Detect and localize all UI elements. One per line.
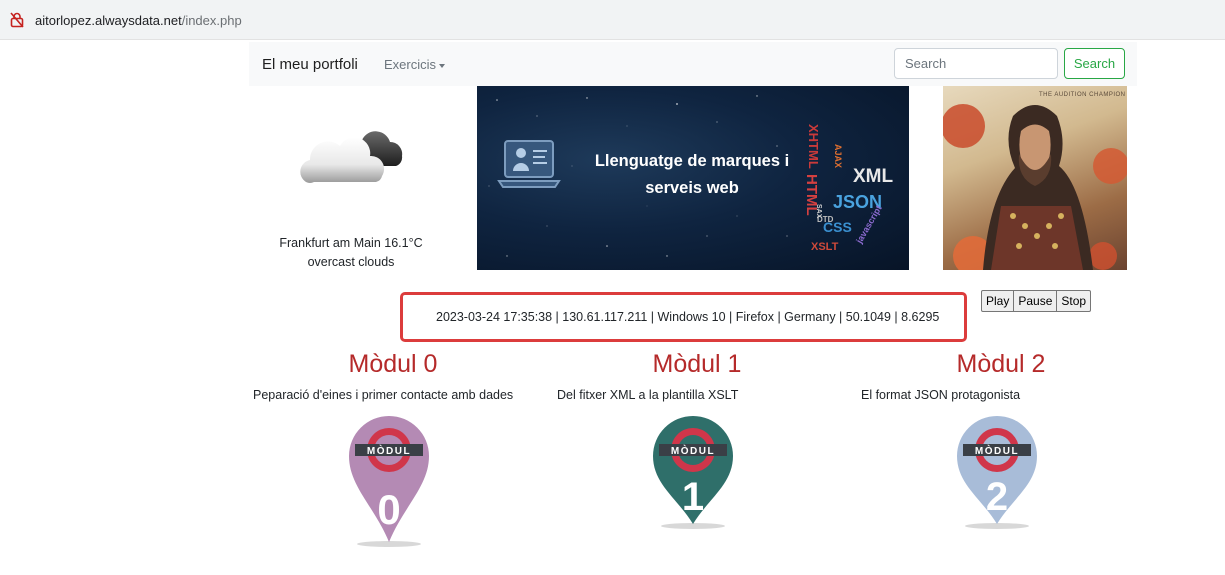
module-1[interactable]: Mòdul 1 Del fitxer XML a la plantilla XS…	[557, 346, 837, 529]
module-title[interactable]: Mòdul 0	[253, 346, 533, 382]
album-caption: THE AUDITION CHAMPION	[1039, 92, 1126, 98]
word-cloud-tag: XSLT	[811, 241, 839, 253]
word-cloud-tag: SAX	[815, 204, 822, 219]
banner-title-line1: Llenguatge de marques i	[594, 152, 790, 170]
module-description: Peparació d'eines i primer contacte amb …	[253, 388, 514, 402]
word-cloud-tag: XML	[853, 166, 894, 187]
search-input[interactable]	[894, 48, 1058, 79]
insecure-lock-icon[interactable]	[10, 12, 24, 28]
module-2-pin-icon[interactable]: MÒDUL 2	[955, 414, 1039, 530]
pin-number: 1	[682, 475, 704, 519]
media-controls: Play Pause Stop	[981, 290, 1092, 312]
module-description: Del fitxer XML a la plantilla XSLT	[557, 388, 739, 402]
module-0-pin-icon[interactable]: MÒDUL 0	[347, 414, 431, 550]
stop-button[interactable]: Stop	[1056, 290, 1092, 312]
pin-label: MÒDUL	[671, 444, 715, 457]
word-cloud-tag: AJAX	[833, 144, 843, 168]
word-cloud-tag: XHTML	[806, 124, 821, 169]
weather-info: Frankfurt am Main 16.1°C overcast clouds	[253, 234, 449, 272]
module-title[interactable]: Mòdul 2	[861, 346, 1141, 382]
cloud-icon	[300, 131, 403, 183]
course-banner: Llenguatge de marques i serveis web XHTM…	[477, 86, 909, 270]
url-path: /index.php	[181, 13, 242, 28]
weather-location-temp: Frankfurt am Main 16.1°C	[279, 236, 423, 250]
search-button[interactable]: Search	[1064, 48, 1125, 79]
module-0[interactable]: Mòdul 0 Peparació d'eines i primer conta…	[253, 346, 533, 547]
tech-word-cloud: XHTMLXMLHTML JSONCSSXSLTAJAXDTD javascript…	[805, 124, 894, 253]
visitor-info-box: 2023-03-24 17:35:38 | 130.61.117.211 | W…	[400, 292, 967, 342]
banner-title: Llenguatge de marques i serveis web	[582, 148, 802, 202]
visitor-info-text: 2023-03-24 17:35:38 | 130.61.117.211 | W…	[436, 310, 940, 324]
module-description: El format JSON protagonista	[861, 388, 1021, 402]
navbar: El meu portfoli Exercicis Search	[249, 42, 1137, 86]
module-1-pin-icon[interactable]: MÒDUL 1	[651, 414, 735, 530]
weather-description: overcast clouds	[307, 255, 395, 269]
url-text[interactable]: aitorlopez.alwaysdata.net/index.php	[35, 13, 242, 28]
pause-button[interactable]: Pause	[1013, 290, 1058, 312]
banner-title-line2: serveis web	[645, 179, 739, 197]
module-title[interactable]: Mòdul 1	[557, 346, 837, 382]
pin-number: 0	[377, 486, 400, 533]
play-button[interactable]: Play	[981, 290, 1015, 312]
exercicis-dropdown[interactable]: Exercicis	[384, 57, 446, 72]
album-artwork	[943, 104, 1127, 270]
url-domain: aitorlopez.alwaysdata.net	[35, 13, 182, 28]
pin-number: 2	[986, 475, 1008, 519]
pin-label: MÒDUL	[367, 444, 411, 457]
module-2[interactable]: Mòdul 2 El format JSON protagonista MÒDU…	[861, 346, 1141, 529]
album-cover-image: THE AUDITION CHAMPION	[943, 86, 1127, 270]
teacher-laptop-icon	[497, 140, 561, 188]
pin-label: MÒDUL	[975, 444, 1019, 457]
caret-down-icon	[439, 63, 446, 68]
browser-address-bar[interactable]: aitorlopez.alwaysdata.net/index.php	[0, 0, 1225, 40]
navbar-brand[interactable]: El meu portfoli	[262, 56, 358, 73]
dropdown-label: Exercicis	[384, 57, 437, 72]
